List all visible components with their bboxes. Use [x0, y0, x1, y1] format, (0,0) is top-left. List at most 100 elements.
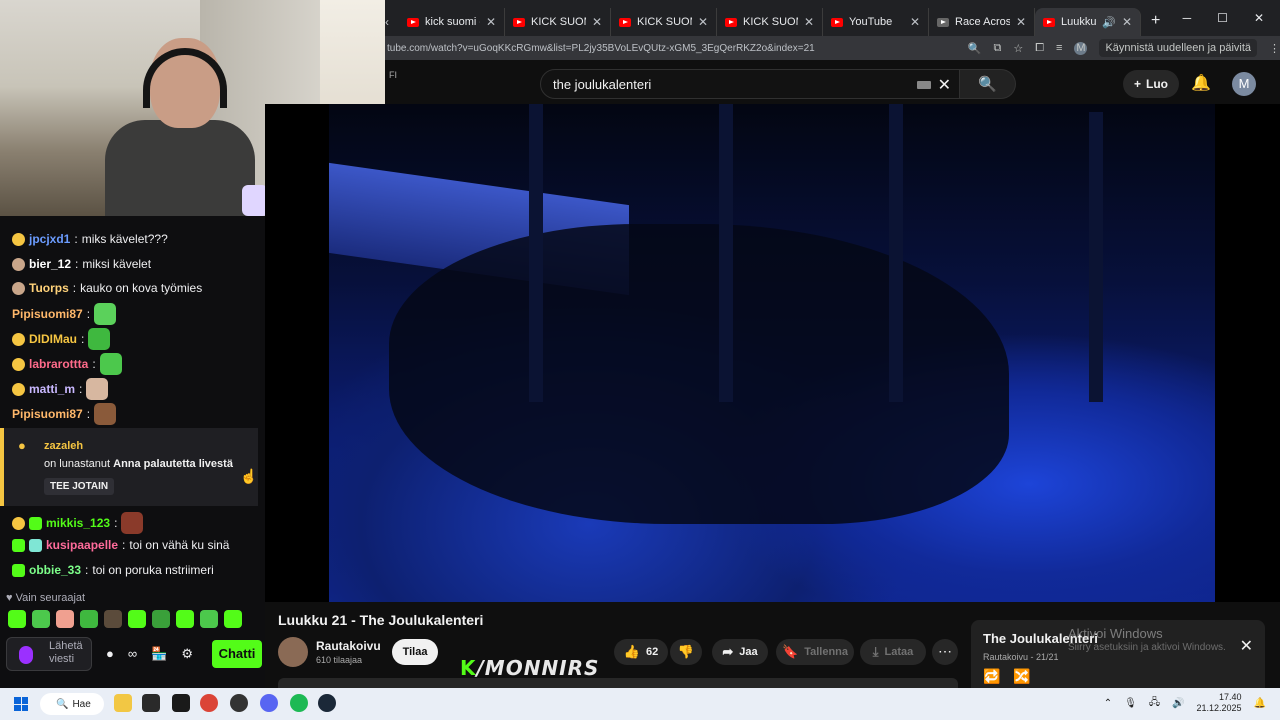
close-window-icon[interactable]: ✕	[1254, 11, 1264, 25]
emote-icon[interactable]	[200, 610, 218, 628]
minimize-icon[interactable]: ─	[1183, 11, 1192, 25]
emote-icon[interactable]	[80, 610, 98, 628]
channel-avatar[interactable]	[278, 637, 308, 667]
close-icon[interactable]: ✕	[1240, 636, 1253, 656]
zoom-icon[interactable]: 🔍	[968, 42, 982, 55]
tab-partial[interactable]: ‹	[385, 8, 399, 36]
maximize-icon[interactable]: ☐	[1217, 11, 1228, 25]
subscribe-button[interactable]: Tilaa	[392, 639, 438, 665]
youtube-icon	[831, 17, 843, 27]
audio-icon[interactable]: 🔊	[1102, 16, 1116, 29]
chat-username[interactable]: bier_12	[29, 257, 71, 271]
volume-icon[interactable]: 🔊	[1172, 698, 1184, 709]
tab-1[interactable]: KICK SUOMI - Yo✕	[505, 8, 611, 36]
share-button[interactable]: ➦ Jaa	[712, 639, 768, 665]
more-actions-button[interactable]: ⋯	[932, 639, 958, 665]
chat-username[interactable]: obbie_33	[29, 563, 81, 577]
network-icon[interactable]: 🖧	[1149, 695, 1160, 712]
gear-icon[interactable]: ⚙	[181, 646, 193, 662]
mic-icon[interactable]: 🎙	[1124, 698, 1137, 709]
chrome-icon[interactable]	[200, 694, 218, 712]
install-icon[interactable]: ⧉	[993, 42, 1001, 55]
app-icon[interactable]	[172, 694, 190, 712]
close-icon[interactable]: ✕	[592, 15, 602, 29]
like-button[interactable]: 👍 62	[614, 639, 668, 665]
close-icon[interactable]: ✕	[698, 15, 708, 29]
redeem-user[interactable]: zazaleh	[44, 440, 83, 452]
chat-username[interactable]: kusipaapelle	[46, 538, 118, 552]
shuffle-icon[interactable]: 🔀	[1013, 668, 1030, 685]
keyboard-icon[interactable]	[917, 81, 931, 89]
chat-username[interactable]: Tuorps	[29, 281, 69, 295]
download-button[interactable]: ⤓ Lataa	[860, 639, 926, 665]
chat-send-button[interactable]: Chatti	[212, 640, 262, 668]
search-button[interactable]: 🔍	[960, 69, 1016, 99]
store-icon[interactable]: 🏪	[151, 646, 167, 662]
search-input[interactable]: the joulukalenteri ✕	[540, 69, 960, 99]
close-icon[interactable]: ✕	[910, 15, 920, 29]
extensions-icon[interactable]: ⧠	[1035, 42, 1044, 55]
file-explorer-icon[interactable]	[114, 694, 132, 712]
close-icon[interactable]: ✕	[486, 15, 496, 29]
tab-0[interactable]: kick suomi - Yo✕	[399, 8, 505, 36]
dislike-button[interactable]: 👎	[670, 639, 702, 665]
chat-username[interactable]: labrarottta	[29, 357, 88, 371]
clock[interactable]: 17.40 21.12.2025	[1197, 692, 1242, 714]
close-icon[interactable]: ✕	[1016, 15, 1026, 29]
taskbar-search[interactable]: 🔍 Hae	[40, 693, 104, 715]
mic-icon[interactable]	[19, 646, 33, 664]
chat-username[interactable]: Pipisuomi87	[12, 307, 83, 321]
video-player[interactable]	[265, 104, 1280, 602]
tab-5[interactable]: Race Across the✕	[929, 8, 1035, 36]
restart-update-button[interactable]: Käynnistä uudelleen ja päivitä	[1099, 39, 1257, 57]
address-bar[interactable]: tube.com/watch?v=uGoqKKcRGmw&list=PL2jy3…	[385, 36, 1280, 60]
tab-4[interactable]: YouTube ✕	[823, 8, 929, 36]
windows-start-icon[interactable]	[14, 697, 28, 711]
profile-avatar[interactable]: M	[1074, 41, 1088, 55]
close-icon[interactable]: ✕	[804, 15, 814, 29]
close-icon[interactable]: ‹	[385, 15, 389, 29]
app-icon[interactable]	[142, 694, 160, 712]
chat-colon: :	[72, 281, 77, 295]
save-button[interactable]: 🔖 Tallenna	[776, 639, 854, 665]
discord-icon[interactable]	[260, 694, 278, 712]
chat-username[interactable]: mikkis_123	[46, 516, 110, 530]
emote-icon[interactable]	[176, 610, 194, 628]
tab-2[interactable]: KICK SUOMI - Yo✕	[611, 8, 717, 36]
app-icon[interactable]	[230, 694, 248, 712]
chat-username[interactable]: DIDIMau	[29, 332, 77, 346]
notifications-icon[interactable]: 🔔	[1254, 698, 1266, 709]
clear-search-icon[interactable]: ✕	[938, 75, 951, 95]
infinity-icon[interactable]: ∞	[128, 646, 137, 662]
emote-icon[interactable]	[56, 610, 74, 628]
emote-icon[interactable]	[128, 610, 146, 628]
emote-icon[interactable]	[8, 610, 26, 628]
url-text[interactable]: tube.com/watch?v=uGoqKKcRGmw&list=PL2jy3…	[387, 43, 815, 54]
close-icon[interactable]: ✕	[1122, 15, 1132, 29]
chat-username[interactable]: jpcjxd1	[29, 232, 70, 246]
account-avatar[interactable]: M	[1232, 72, 1256, 96]
channel-name[interactable]: Rautakoivu	[316, 639, 381, 653]
emote-icon[interactable]	[224, 610, 242, 628]
search-value: the joulukalenteri	[553, 76, 652, 92]
bookmark-star-icon[interactable]: ☆	[1013, 42, 1023, 55]
chat-username[interactable]: matti_m	[29, 382, 75, 396]
tab-3[interactable]: KICK SUOMI - Yo✕	[717, 8, 823, 36]
tab-6[interactable]: Luukku 21 -🔊✕	[1035, 8, 1141, 36]
loop-icon[interactable]: 🔁	[983, 668, 1000, 685]
new-tab-icon[interactable]: +	[1151, 12, 1160, 30]
points-icon[interactable]: ●	[106, 646, 114, 662]
create-button[interactable]: + Luo	[1123, 70, 1179, 98]
emote-icon[interactable]	[32, 610, 50, 628]
chat-username[interactable]: Pipisuomi87	[12, 407, 83, 421]
emote-icon[interactable]	[104, 610, 122, 628]
bell-icon[interactable]: 🔔	[1191, 73, 1211, 93]
menu-dots-icon[interactable]: ⋮	[1269, 42, 1280, 55]
chevron-up-icon[interactable]: ⌃	[1104, 698, 1112, 709]
spotify-icon[interactable]	[290, 694, 308, 712]
emote-icon[interactable]	[152, 610, 170, 628]
media-icon[interactable]: ≡	[1056, 42, 1062, 54]
chat-input[interactable]: Lähetä viesti	[6, 637, 92, 671]
steam-icon[interactable]	[318, 694, 336, 712]
description-box[interactable]	[278, 678, 958, 688]
